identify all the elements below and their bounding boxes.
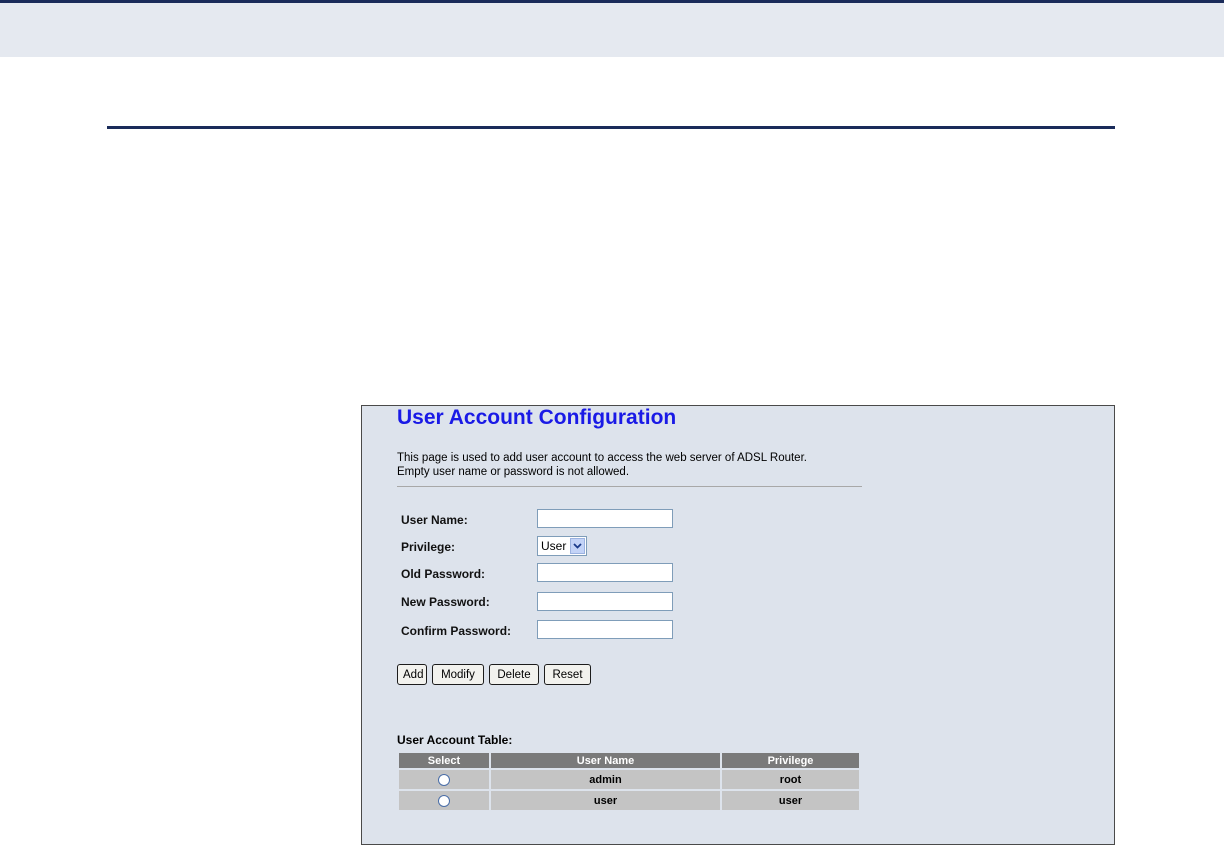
reset-button[interactable]: Reset (544, 664, 591, 685)
new-password-label: New Password: (401, 595, 490, 609)
row-privilege: root (722, 770, 859, 789)
old-password-label: Old Password: (401, 567, 486, 581)
description-line-2: Empty user name or password is not allow… (397, 466, 630, 478)
user-account-config-panel: User Account Configuration This page is … (361, 405, 1115, 845)
top-header-band (0, 0, 1224, 57)
modify-button[interactable]: Modify (432, 664, 484, 685)
confirm-password-label: Confirm Password: (401, 624, 512, 638)
privilege-select[interactable]: User (537, 536, 587, 556)
new-password-input[interactable] (537, 592, 673, 611)
confirm-password-input[interactable] (537, 620, 673, 639)
old-password-input[interactable] (537, 563, 673, 582)
user-account-table: Select User Name Privilege admin root us… (397, 751, 861, 812)
user-name-input[interactable] (537, 509, 673, 528)
row-user-name: user (491, 791, 720, 810)
page-description: This page is used to add user account to… (397, 451, 867, 479)
delete-button[interactable]: Delete (489, 664, 539, 685)
privilege-label: Privilege: (401, 540, 456, 554)
section-divider (107, 126, 1115, 129)
table-row: admin root (399, 770, 859, 789)
page-title: User Account Configuration (397, 406, 677, 429)
add-button[interactable]: Add (397, 664, 427, 685)
table-row: user user (399, 791, 859, 810)
row-select-radio[interactable] (438, 773, 450, 786)
row-select-cell (399, 791, 489, 810)
row-privilege: user (722, 791, 859, 810)
row-user-name: admin (491, 770, 720, 789)
privilege-selected-value: User (541, 539, 567, 553)
user-account-table-title: User Account Table: (397, 733, 513, 747)
row-select-cell (399, 770, 489, 789)
column-header-user-name: User Name (491, 753, 720, 768)
description-divider (397, 486, 862, 487)
column-header-privilege: Privilege (722, 753, 859, 768)
user-name-label: User Name: (401, 513, 468, 527)
row-select-radio[interactable] (438, 794, 450, 807)
chevron-down-icon[interactable] (570, 538, 585, 554)
description-line-1: This page is used to add user account to… (397, 452, 807, 464)
table-header-row: Select User Name Privilege (399, 753, 859, 768)
column-header-select: Select (399, 753, 489, 768)
